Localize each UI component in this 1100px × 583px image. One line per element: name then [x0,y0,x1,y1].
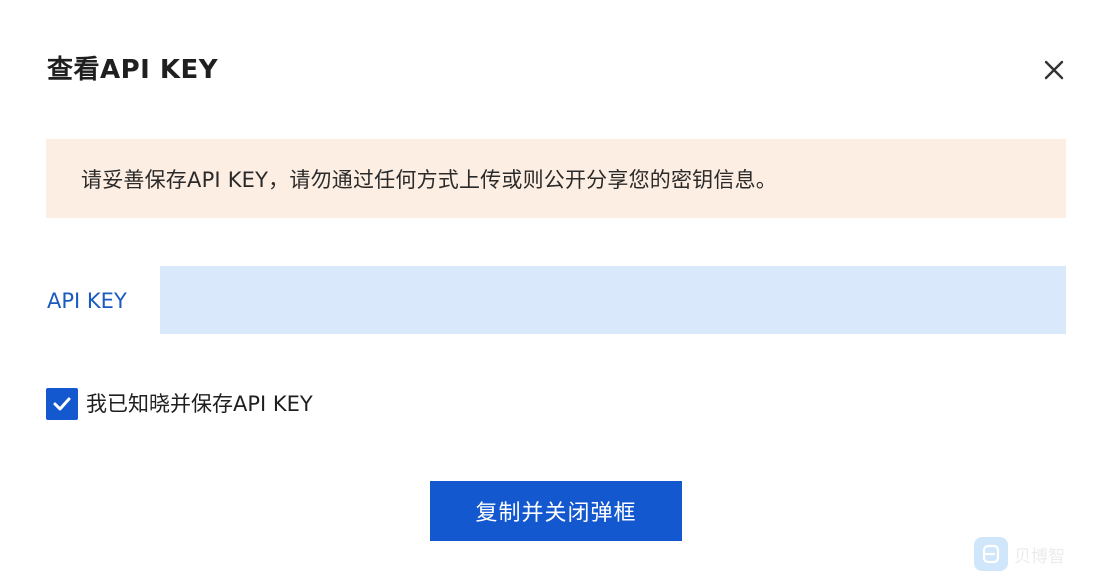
api-key-dialog: 查看API KEY 请妥善保存API KEY，请勿通过任何方式上传或则公开分享您… [0,0,1100,583]
acknowledge-checkbox[interactable] [46,388,78,420]
warning-text: 请妥善保存API KEY，请勿通过任何方式上传或则公开分享您的密钥信息。 [81,167,777,192]
copy-and-close-button[interactable]: 复制并关闭弹框 [430,481,682,541]
warning-banner: 请妥善保存API KEY，请勿通过任何方式上传或则公开分享您的密钥信息。 [46,139,1066,218]
dialog-title: 查看API KEY [47,55,219,85]
close-icon [1044,60,1064,80]
acknowledge-checkbox-row[interactable]: 我已知晓并保存API KEY [46,388,313,420]
watermark: 贝博智 [974,537,1065,571]
api-key-label: API KEY [47,289,127,313]
brand-logo-icon [974,537,1008,571]
acknowledge-label: 我已知晓并保存API KEY [86,392,313,416]
watermark-text: 贝博智 [1014,546,1065,567]
api-key-field[interactable] [160,266,1066,334]
close-button[interactable] [1036,52,1072,88]
checkmark-icon [53,397,71,411]
